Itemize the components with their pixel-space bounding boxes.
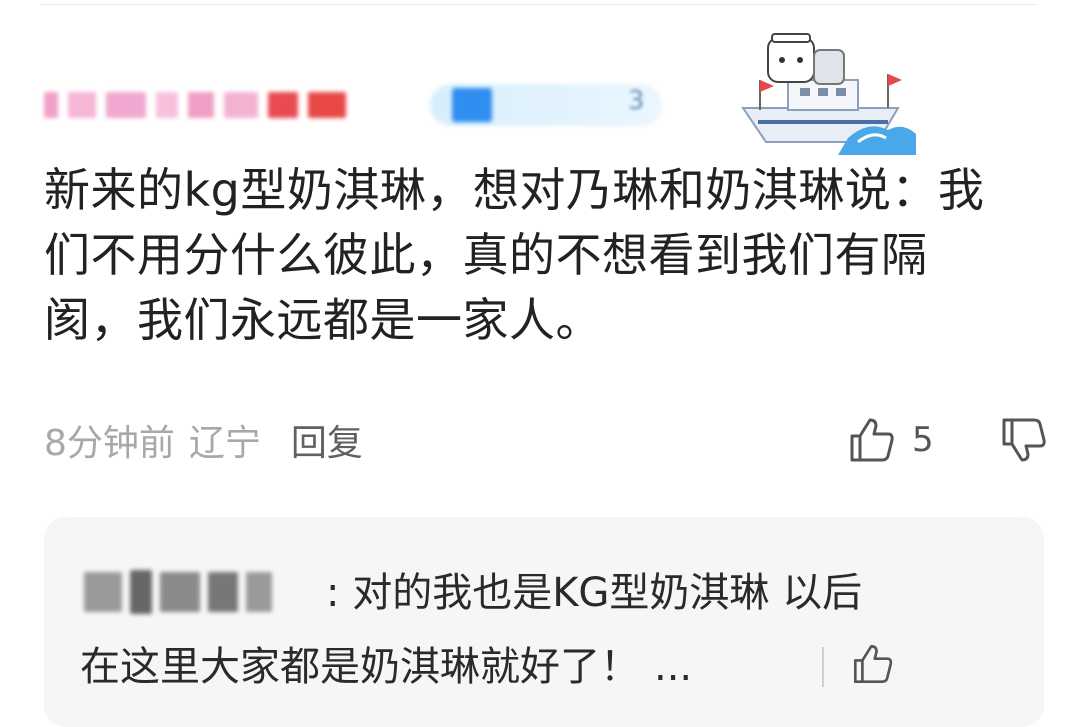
username-blur xyxy=(308,92,346,118)
username-blur xyxy=(106,92,146,118)
dislike-button[interactable] xyxy=(998,412,1050,472)
reply-username-blur xyxy=(208,572,238,612)
username-blur xyxy=(156,92,178,118)
reply-text-line2-content: 在这里大家都是奶淇琳就好了！ xyxy=(80,644,640,690)
reply-username-blur xyxy=(84,572,122,612)
comment-location: 辽宁 xyxy=(188,423,261,464)
user-level-badge-icon xyxy=(452,88,492,122)
reply-more[interactable]: ... xyxy=(654,644,692,690)
reply-username-blur xyxy=(246,572,272,612)
thumbs-down-icon xyxy=(1002,418,1046,462)
username-blur xyxy=(268,92,298,118)
like-count: 5 xyxy=(912,420,934,460)
username-blur xyxy=(44,92,58,118)
username-blur xyxy=(68,92,96,118)
reply-username-blur xyxy=(160,572,200,612)
reply-text-line2: 在这里大家都是奶淇琳就好了！... xyxy=(80,639,692,695)
thumbs-up-icon xyxy=(853,644,893,684)
like-button[interactable]: 5 xyxy=(846,410,934,470)
reply-username-blur xyxy=(130,570,152,614)
reply-like-button[interactable] xyxy=(850,641,896,691)
reply-button[interactable]: 回复 xyxy=(291,414,363,466)
comment-text: 新来的kg型奶淇琳，想对乃琳和奶淇琳说：我们不用分什么彼此，真的不想看到我们有隔… xyxy=(44,163,985,347)
top-divider xyxy=(40,4,1037,5)
reply-divider xyxy=(822,647,824,687)
username-blur xyxy=(188,92,214,118)
comment-time: 8分钟前 xyxy=(44,423,175,464)
user-level-number: 3 xyxy=(628,86,645,116)
reply-preview[interactable]: : 对的我也是KG型奶淇琳 以后 在这里大家都是奶淇琳就好了！... xyxy=(44,517,1044,727)
reply-username[interactable] xyxy=(84,569,314,615)
username-blur xyxy=(224,92,258,118)
thumbs-up-icon xyxy=(850,418,894,462)
comment-meta: 8分钟前 辽宁 回复 xyxy=(44,415,363,465)
ship-mascot-icon xyxy=(741,33,916,155)
reply-text-line1: : 对的我也是KG型奶淇琳 以后 xyxy=(326,570,863,616)
